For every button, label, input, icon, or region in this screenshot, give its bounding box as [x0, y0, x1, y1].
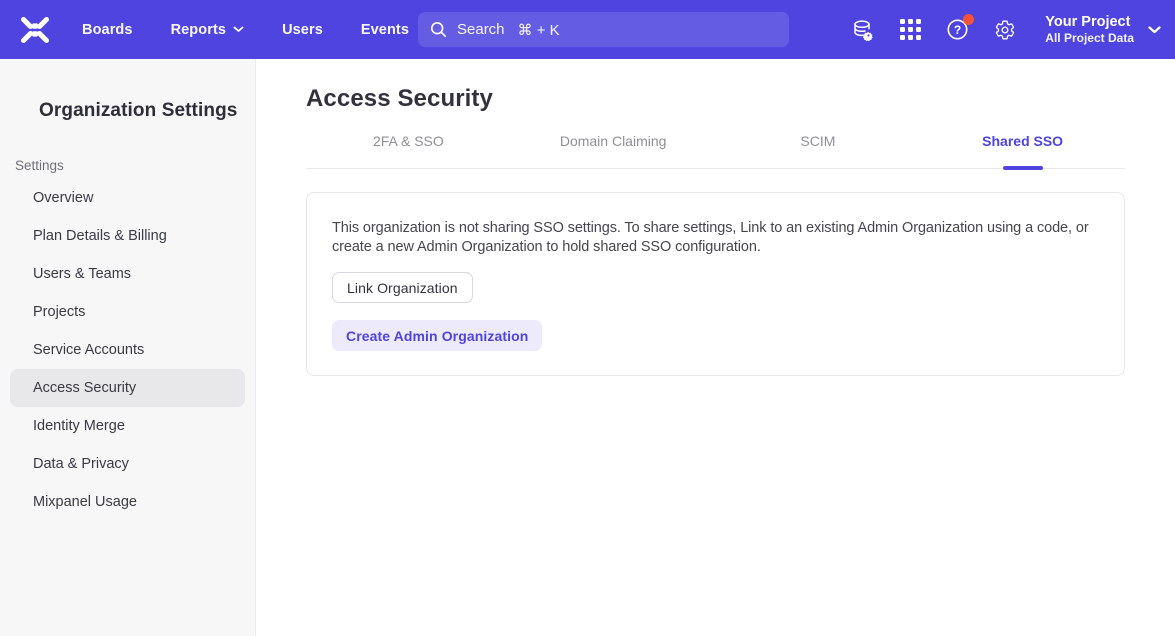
tab-bar: 2FA & SSO Domain Claiming SCIM Shared SS…: [306, 133, 1125, 169]
sidebar-item-service-accounts[interactable]: Service Accounts: [10, 331, 245, 369]
primary-nav-links: Boards Reports Users Events: [82, 22, 409, 38]
top-navigation: Boards Reports Users Events Search ⌘ + K: [0, 0, 1175, 59]
sidebar-item-mixpanel-usage[interactable]: Mixpanel Usage: [10, 483, 245, 521]
tab-domain-claiming[interactable]: Domain Claiming: [511, 133, 716, 168]
settings-icon[interactable]: [994, 19, 1016, 41]
link-organization-button[interactable]: Link Organization: [332, 272, 473, 303]
chevron-down-icon: [233, 26, 244, 33]
shared-sso-description: This organization is not sharing SSO set…: [332, 219, 1094, 257]
apps-grid-icon[interactable]: [900, 19, 921, 40]
sidebar-nav-list: Overview Plan Details & Billing Users & …: [0, 179, 255, 521]
page-title: Access Security: [306, 85, 1125, 113]
tab-label: Domain Claiming: [560, 133, 667, 149]
nav-item-boards[interactable]: Boards: [82, 22, 133, 38]
help-icon[interactable]: ?: [946, 18, 969, 41]
sidebar-item-projects[interactable]: Projects: [10, 293, 245, 331]
nav-item-events[interactable]: Events: [361, 22, 409, 38]
sidebar-item-overview[interactable]: Overview: [10, 179, 245, 217]
nav-item-label: Events: [361, 22, 409, 38]
search-input[interactable]: Search ⌘ + K: [418, 12, 789, 47]
nav-right-controls: ? Your Project All Project Data: [851, 0, 1161, 59]
main-content: Access Security 2FA & SSO Domain Claimin…: [256, 59, 1175, 636]
nav-item-users[interactable]: Users: [282, 22, 323, 38]
svg-text:?: ?: [954, 23, 961, 37]
project-data-scope: All Project Data: [1045, 31, 1134, 46]
nav-item-reports[interactable]: Reports: [171, 22, 245, 38]
shared-sso-card: This organization is not sharing SSO set…: [306, 192, 1125, 376]
mixpanel-logo-icon[interactable]: [18, 15, 54, 45]
data-management-icon[interactable]: [851, 18, 875, 42]
tab-label: SCIM: [800, 133, 835, 149]
nav-item-label: Reports: [171, 22, 227, 38]
settings-sidebar: Organization Settings Settings Overview …: [0, 59, 256, 636]
tab-2fa-sso[interactable]: 2FA & SSO: [306, 133, 511, 168]
nav-item-label: Users: [282, 22, 323, 38]
sidebar-item-plan-details-billing[interactable]: Plan Details & Billing: [10, 217, 245, 255]
search-icon: [430, 21, 447, 38]
sidebar-item-data-privacy[interactable]: Data & Privacy: [10, 445, 245, 483]
tab-label: Shared SSO: [982, 133, 1063, 149]
search-placeholder: Search: [457, 21, 505, 38]
project-switcher[interactable]: Your Project All Project Data: [1045, 13, 1161, 46]
sidebar-title: Organization Settings: [0, 59, 255, 122]
sidebar-item-identity-merge[interactable]: Identity Merge: [10, 407, 245, 445]
nav-item-label: Boards: [82, 22, 133, 38]
tab-shared-sso[interactable]: Shared SSO: [920, 133, 1125, 168]
search-shortcut: ⌘ + K: [518, 21, 560, 39]
sidebar-item-access-security[interactable]: Access Security: [10, 369, 245, 407]
project-name: Your Project: [1045, 13, 1134, 31]
create-admin-organization-button[interactable]: Create Admin Organization: [332, 320, 542, 351]
notification-badge: [963, 14, 974, 25]
active-tab-indicator: [1003, 166, 1043, 170]
sidebar-section-label: Settings: [15, 158, 255, 173]
tab-scim[interactable]: SCIM: [716, 133, 921, 168]
sidebar-item-users-teams[interactable]: Users & Teams: [10, 255, 245, 293]
tab-label: 2FA & SSO: [373, 133, 444, 149]
chevron-down-icon: [1148, 26, 1161, 34]
